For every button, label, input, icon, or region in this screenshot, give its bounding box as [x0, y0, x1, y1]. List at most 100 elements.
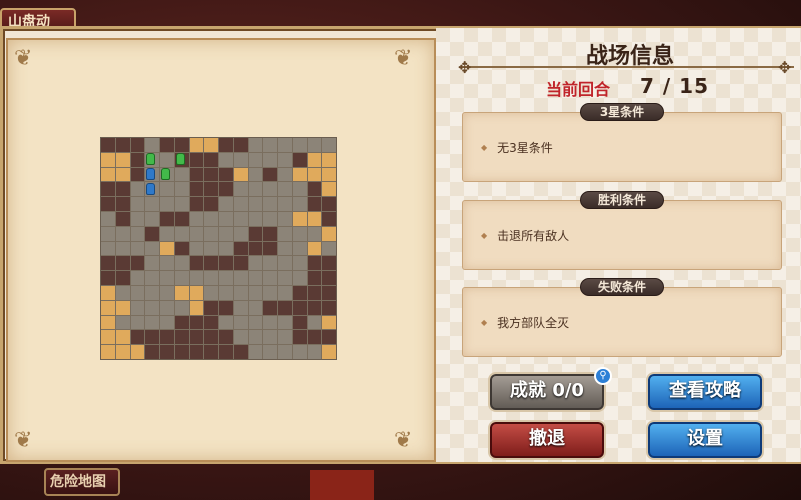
map-tile[interactable]: [278, 256, 292, 271]
map-tile[interactable]: [101, 226, 115, 241]
map-tile[interactable]: [145, 271, 159, 285]
map-tile[interactable]: [233, 271, 248, 285]
map-tile[interactable]: [101, 330, 115, 345]
map-tile[interactable]: [263, 152, 277, 167]
map-tile[interactable]: [248, 212, 263, 226]
map-tile[interactable]: [189, 152, 204, 167]
map-tile[interactable]: [278, 286, 292, 300]
map-tile[interactable]: [278, 315, 292, 330]
map-tile[interactable]: [233, 226, 248, 241]
map-tile[interactable]: [115, 315, 130, 330]
map-tile[interactable]: [322, 197, 336, 211]
map-tile[interactable]: [160, 345, 174, 359]
map-tile[interactable]: [278, 226, 292, 241]
map-tile[interactable]: [322, 212, 336, 226]
map-tile[interactable]: [292, 256, 307, 271]
map-tile[interactable]: [307, 286, 322, 300]
map-tile[interactable]: [248, 315, 263, 330]
map-tile[interactable]: [130, 167, 145, 182]
map-tile[interactable]: [219, 271, 233, 285]
battle-map-grid[interactable]: [100, 137, 337, 360]
map-tile[interactable]: [101, 241, 115, 256]
map-tile[interactable]: [204, 256, 218, 271]
map-tile[interactable]: [219, 345, 233, 359]
map-tile[interactable]: [115, 152, 130, 167]
map-tile[interactable]: [292, 167, 307, 182]
map-tile[interactable]: [115, 241, 130, 256]
map-tile[interactable]: [278, 271, 292, 285]
map-tile[interactable]: [160, 226, 174, 241]
map-tile[interactable]: [174, 330, 189, 345]
map-tile[interactable]: [145, 138, 159, 152]
map-tile[interactable]: [174, 300, 189, 315]
map-tile[interactable]: [130, 330, 145, 345]
map-tile[interactable]: [115, 226, 130, 241]
map-tile[interactable]: [145, 300, 159, 315]
map-tile[interactable]: [101, 256, 115, 271]
map-tile[interactable]: [292, 286, 307, 300]
map-tile[interactable]: [101, 138, 115, 152]
map-tile[interactable]: [233, 345, 248, 359]
map-tile[interactable]: [292, 152, 307, 167]
map-tile[interactable]: [189, 315, 204, 330]
map-tile[interactable]: [130, 241, 145, 256]
map-tile[interactable]: [174, 182, 189, 197]
map-tile[interactable]: [278, 197, 292, 211]
map-tile[interactable]: [189, 271, 204, 285]
map-tile[interactable]: [115, 330, 130, 345]
map-tile[interactable]: [322, 315, 336, 330]
map-tile[interactable]: [189, 226, 204, 241]
map-tile[interactable]: [130, 226, 145, 241]
map-tile[interactable]: [219, 241, 233, 256]
map-tile[interactable]: [174, 167, 189, 182]
map-tile[interactable]: [263, 256, 277, 271]
map-tile[interactable]: [233, 300, 248, 315]
achievement-button[interactable]: 成就 0/0: [488, 372, 606, 412]
map-tile[interactable]: [130, 152, 145, 167]
map-tile[interactable]: [233, 330, 248, 345]
map-tile[interactable]: [115, 256, 130, 271]
map-tile[interactable]: [233, 212, 248, 226]
map-tile[interactable]: [160, 197, 174, 211]
map-tile[interactable]: [278, 138, 292, 152]
map-tile[interactable]: [115, 167, 130, 182]
map-tile[interactable]: [278, 182, 292, 197]
map-tile[interactable]: [204, 315, 218, 330]
map-tile[interactable]: [278, 152, 292, 167]
map-tile[interactable]: [233, 286, 248, 300]
map-tile[interactable]: [248, 330, 263, 345]
map-tile[interactable]: [278, 167, 292, 182]
map-tile[interactable]: [263, 271, 277, 285]
map-tile[interactable]: [130, 138, 145, 152]
map-tile[interactable]: [263, 286, 277, 300]
map-tile[interactable]: [248, 138, 263, 152]
map-tile[interactable]: [233, 152, 248, 167]
map-tile[interactable]: [174, 212, 189, 226]
map-tile[interactable]: [174, 345, 189, 359]
map-tile[interactable]: [174, 226, 189, 241]
map-tile[interactable]: [292, 300, 307, 315]
map-tile[interactable]: [189, 241, 204, 256]
map-tile[interactable]: [101, 345, 115, 359]
map-tile[interactable]: [174, 138, 189, 152]
map-tile[interactable]: [248, 182, 263, 197]
map-tile[interactable]: [101, 315, 115, 330]
map-tile[interactable]: [322, 271, 336, 285]
view-strategy-button[interactable]: 查看攻略: [646, 372, 764, 412]
map-tile[interactable]: [307, 345, 322, 359]
map-tile[interactable]: [115, 345, 130, 359]
map-tile[interactable]: [219, 300, 233, 315]
map-tile[interactable]: [248, 345, 263, 359]
map-tile[interactable]: [160, 271, 174, 285]
map-tile[interactable]: [145, 315, 159, 330]
map-tile[interactable]: [130, 212, 145, 226]
map-tile[interactable]: [189, 300, 204, 315]
map-tile[interactable]: [204, 300, 218, 315]
map-tile[interactable]: [160, 300, 174, 315]
map-tile[interactable]: [292, 197, 307, 211]
map-tile[interactable]: [204, 138, 218, 152]
green-unit-icon[interactable]: [161, 167, 171, 180]
map-tile[interactable]: [263, 300, 277, 315]
map-tile[interactable]: [219, 197, 233, 211]
map-tile[interactable]: [204, 152, 218, 167]
